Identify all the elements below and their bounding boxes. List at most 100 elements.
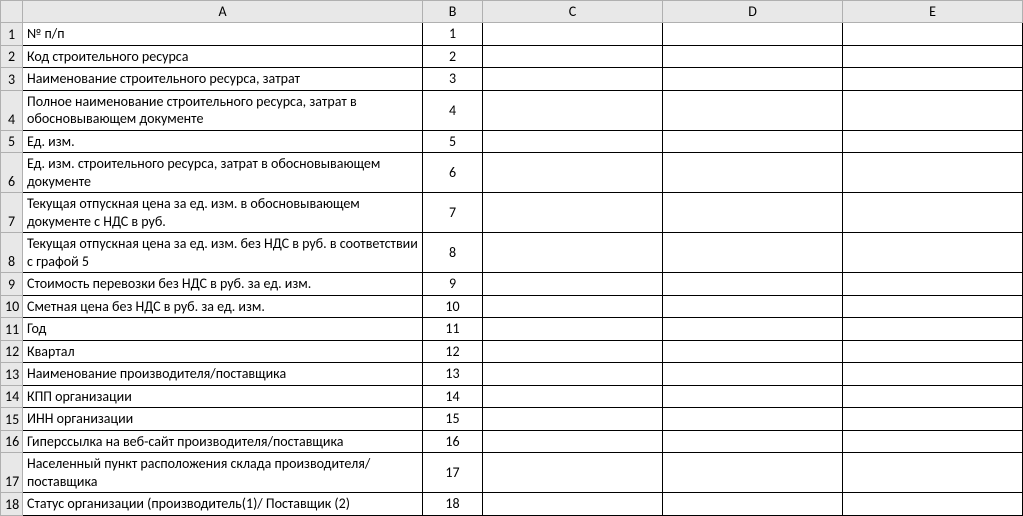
row-header[interactable]: 17 xyxy=(1,453,23,493)
cell-c[interactable] xyxy=(483,68,663,91)
cell-e[interactable] xyxy=(843,453,1023,493)
cell-d[interactable] xyxy=(663,340,843,363)
cell-b[interactable]: 13 xyxy=(423,363,483,386)
row-header[interactable]: 5 xyxy=(1,130,23,153)
cell-b[interactable]: 12 xyxy=(423,340,483,363)
row-header[interactable]: 16 xyxy=(1,430,23,453)
cell-c[interactable] xyxy=(483,318,663,341)
cell-e[interactable] xyxy=(843,90,1023,130)
cell-c[interactable] xyxy=(483,233,663,273)
cell-b[interactable]: 10 xyxy=(423,295,483,318)
spreadsheet-grid[interactable]: A B C D E 1№ п/п12Код строительного ресу… xyxy=(0,0,1023,516)
cell-c[interactable] xyxy=(483,153,663,193)
cell-b[interactable]: 4 xyxy=(423,90,483,130)
cell-c[interactable] xyxy=(483,408,663,431)
cell-e[interactable] xyxy=(843,273,1023,296)
cell-b[interactable]: 7 xyxy=(423,193,483,233)
row-header[interactable]: 9 xyxy=(1,273,23,296)
cell-d[interactable] xyxy=(663,68,843,91)
cell-b[interactable]: 6 xyxy=(423,153,483,193)
row-header[interactable]: 10 xyxy=(1,295,23,318)
cell-a[interactable]: Квартал xyxy=(23,340,423,363)
cell-b[interactable]: 16 xyxy=(423,430,483,453)
cell-d[interactable] xyxy=(663,45,843,68)
cell-d[interactable] xyxy=(663,453,843,493)
cell-e[interactable] xyxy=(843,430,1023,453)
cell-c[interactable] xyxy=(483,23,663,46)
row-header[interactable]: 3 xyxy=(1,68,23,91)
cell-a[interactable]: Текущая отпускная цена за ед. изм. в обо… xyxy=(23,193,423,233)
row-header[interactable]: 6 xyxy=(1,153,23,193)
cell-d[interactable] xyxy=(663,130,843,153)
cell-b[interactable]: 2 xyxy=(423,45,483,68)
cell-c[interactable] xyxy=(483,130,663,153)
column-header-d[interactable]: D xyxy=(663,1,843,23)
row-header[interactable]: 12 xyxy=(1,340,23,363)
row-header[interactable]: 8 xyxy=(1,233,23,273)
select-all-corner[interactable] xyxy=(1,1,23,23)
cell-a[interactable]: Населенный пункт расположения склада про… xyxy=(23,453,423,493)
cell-b[interactable]: 11 xyxy=(423,318,483,341)
cell-e[interactable] xyxy=(843,408,1023,431)
cell-a[interactable]: Код строительного ресурса xyxy=(23,45,423,68)
cell-a[interactable]: ИНН организации xyxy=(23,408,423,431)
row-header[interactable]: 4 xyxy=(1,90,23,130)
cell-c[interactable] xyxy=(483,90,663,130)
cell-d[interactable] xyxy=(663,408,843,431)
cell-c[interactable] xyxy=(483,193,663,233)
cell-b[interactable]: 3 xyxy=(423,68,483,91)
cell-b[interactable]: 9 xyxy=(423,273,483,296)
cell-e[interactable] xyxy=(843,318,1023,341)
row-header[interactable]: 14 xyxy=(1,385,23,408)
cell-e[interactable] xyxy=(843,130,1023,153)
cell-b[interactable]: 15 xyxy=(423,408,483,431)
cell-e[interactable] xyxy=(843,295,1023,318)
row-header[interactable]: 2 xyxy=(1,45,23,68)
column-header-e[interactable]: E xyxy=(843,1,1023,23)
cell-a[interactable]: Ед. изм. строительного ресурса, затрат в… xyxy=(23,153,423,193)
cell-c[interactable] xyxy=(483,453,663,493)
cell-b[interactable]: 5 xyxy=(423,130,483,153)
row-header[interactable]: 11 xyxy=(1,318,23,341)
cell-c[interactable] xyxy=(483,385,663,408)
cell-e[interactable] xyxy=(843,153,1023,193)
cell-e[interactable] xyxy=(843,233,1023,273)
cell-d[interactable] xyxy=(663,295,843,318)
column-header-a[interactable]: A xyxy=(23,1,423,23)
cell-b[interactable]: 17 xyxy=(423,453,483,493)
cell-a[interactable]: Текущая отпускная цена за ед. изм. без Н… xyxy=(23,233,423,273)
cell-a[interactable]: № п/п xyxy=(23,23,423,46)
cell-d[interactable] xyxy=(663,385,843,408)
cell-d[interactable] xyxy=(663,90,843,130)
cell-e[interactable] xyxy=(843,23,1023,46)
cell-b[interactable]: 14 xyxy=(423,385,483,408)
cell-e[interactable] xyxy=(843,45,1023,68)
cell-a[interactable]: Стоимость перевозки без НДС в руб. за ед… xyxy=(23,273,423,296)
cell-c[interactable] xyxy=(483,340,663,363)
cell-e[interactable] xyxy=(843,340,1023,363)
cell-d[interactable] xyxy=(663,318,843,341)
row-header[interactable]: 7 xyxy=(1,193,23,233)
cell-b[interactable]: 8 xyxy=(423,233,483,273)
cell-a[interactable]: Гиперссылка на веб-сайт производителя/по… xyxy=(23,430,423,453)
cell-a[interactable]: Сметная цена без НДС в руб. за ед. изм. xyxy=(23,295,423,318)
column-header-c[interactable]: C xyxy=(483,1,663,23)
row-header[interactable]: 15 xyxy=(1,408,23,431)
cell-d[interactable] xyxy=(663,153,843,193)
cell-a[interactable]: КПП организации xyxy=(23,385,423,408)
cell-d[interactable] xyxy=(663,273,843,296)
row-header[interactable]: 13 xyxy=(1,363,23,386)
cell-c[interactable] xyxy=(483,273,663,296)
row-header[interactable]: 1 xyxy=(1,23,23,46)
cell-a[interactable]: Полное наименование строительного ресурс… xyxy=(23,90,423,130)
cell-c[interactable] xyxy=(483,45,663,68)
cell-d[interactable] xyxy=(663,23,843,46)
cell-d[interactable] xyxy=(663,430,843,453)
cell-a[interactable]: Год xyxy=(23,318,423,341)
cell-a[interactable]: Наименование строительного ресурса, затр… xyxy=(23,68,423,91)
cell-c[interactable] xyxy=(483,363,663,386)
cell-e[interactable] xyxy=(843,363,1023,386)
cell-b[interactable]: 1 xyxy=(423,23,483,46)
cell-d[interactable] xyxy=(663,233,843,273)
cell-c[interactable] xyxy=(483,295,663,318)
